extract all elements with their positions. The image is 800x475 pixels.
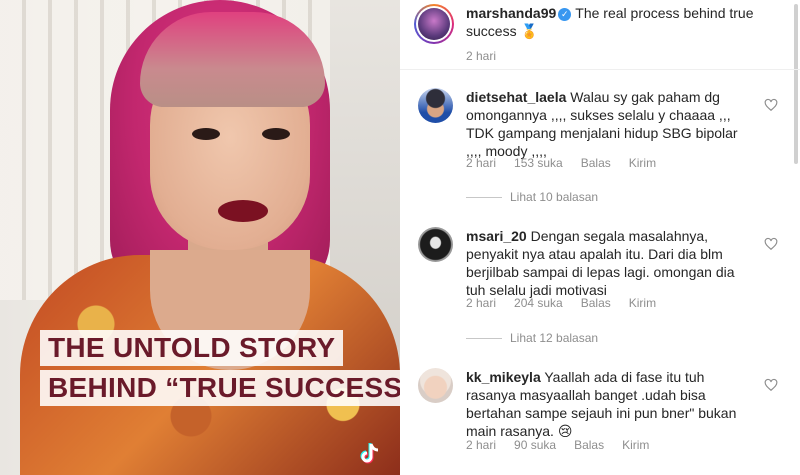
comment-time: 2 hari bbox=[466, 296, 497, 310]
comment-meta: 2 hari 153 suka Balas Kirim bbox=[466, 156, 674, 170]
post-caption-header: marshanda99 ✓ The real process behind true… bbox=[400, 0, 800, 70]
reply-button[interactable]: Balas bbox=[581, 296, 611, 310]
send-button[interactable]: Kirim bbox=[629, 156, 656, 170]
comments-panel[interactable]: marshanda99 ✓ The real process behind true… bbox=[400, 0, 800, 475]
comment-time: 2 hari bbox=[466, 156, 497, 170]
tiktok-icon bbox=[360, 443, 379, 464]
view-replies-label: Lihat 10 balasan bbox=[510, 190, 599, 204]
medal-emoji: 🏅 bbox=[520, 24, 538, 40]
overlay-line-2: BEHIND “TRUE SUCCESS” bbox=[40, 370, 400, 406]
comment-likes[interactable]: 204 suka bbox=[514, 296, 563, 310]
send-button[interactable]: Kirim bbox=[629, 296, 656, 310]
send-button[interactable]: Kirim bbox=[622, 438, 649, 452]
commenter-avatar[interactable] bbox=[418, 88, 453, 123]
comment-likes[interactable]: 153 suka bbox=[514, 156, 563, 170]
right-eye bbox=[262, 128, 290, 140]
verified-badge-icon: ✓ bbox=[558, 8, 572, 21]
video-overlay-text: THE UNTOLD STORY BEHIND “TRUE SUCCESS” bbox=[40, 330, 400, 410]
comment-meta: 2 hari 204 suka Balas Kirim bbox=[466, 296, 674, 310]
comment-time: 2 hari bbox=[466, 438, 497, 452]
commenter-avatar[interactable] bbox=[418, 368, 453, 403]
commenter-username[interactable]: dietsehat_laela bbox=[466, 89, 566, 105]
post-time: 2 hari bbox=[466, 49, 497, 63]
post-caption: marshanda99 ✓ The real process behind true… bbox=[466, 4, 786, 65]
reply-button[interactable]: Balas bbox=[574, 438, 604, 452]
hair-bangs bbox=[140, 12, 325, 107]
comment-likes[interactable]: 90 suka bbox=[514, 438, 556, 452]
comment-text: kk_mikeyla Yaallah ada di fase itu tuh r… bbox=[466, 368, 756, 441]
author-avatar[interactable] bbox=[414, 4, 454, 44]
comment-meta: 2 hari 90 suka Balas Kirim bbox=[466, 438, 667, 452]
comment-text: dietsehat_laela Walau sy gak paham dg om… bbox=[466, 88, 756, 160]
view-replies-button[interactable]: Lihat 12 balasan bbox=[466, 331, 598, 345]
author-username[interactable]: marshanda99 bbox=[466, 5, 556, 21]
commenter-username[interactable]: msari_20 bbox=[466, 228, 527, 244]
view-replies-button[interactable]: Lihat 10 balasan bbox=[466, 190, 598, 204]
comment-text: msari_20 Dengan segala masalahnya, penya… bbox=[466, 227, 756, 299]
replies-divider bbox=[466, 337, 502, 339]
view-replies-label: Lihat 12 balasan bbox=[510, 331, 599, 345]
reply-button[interactable]: Balas bbox=[581, 156, 611, 170]
left-eye bbox=[192, 128, 220, 140]
post-media[interactable]: THE UNTOLD STORY BEHIND “TRUE SUCCESS” bbox=[0, 0, 400, 475]
overlay-line-1: THE UNTOLD STORY bbox=[40, 330, 344, 366]
like-heart-icon[interactable] bbox=[764, 98, 778, 112]
commenter-username[interactable]: kk_mikeyla bbox=[466, 369, 541, 385]
like-heart-icon[interactable] bbox=[764, 237, 778, 251]
like-heart-icon[interactable] bbox=[764, 378, 778, 392]
commenter-avatar[interactable] bbox=[418, 227, 453, 262]
lips bbox=[218, 200, 268, 222]
replies-divider bbox=[466, 196, 502, 198]
